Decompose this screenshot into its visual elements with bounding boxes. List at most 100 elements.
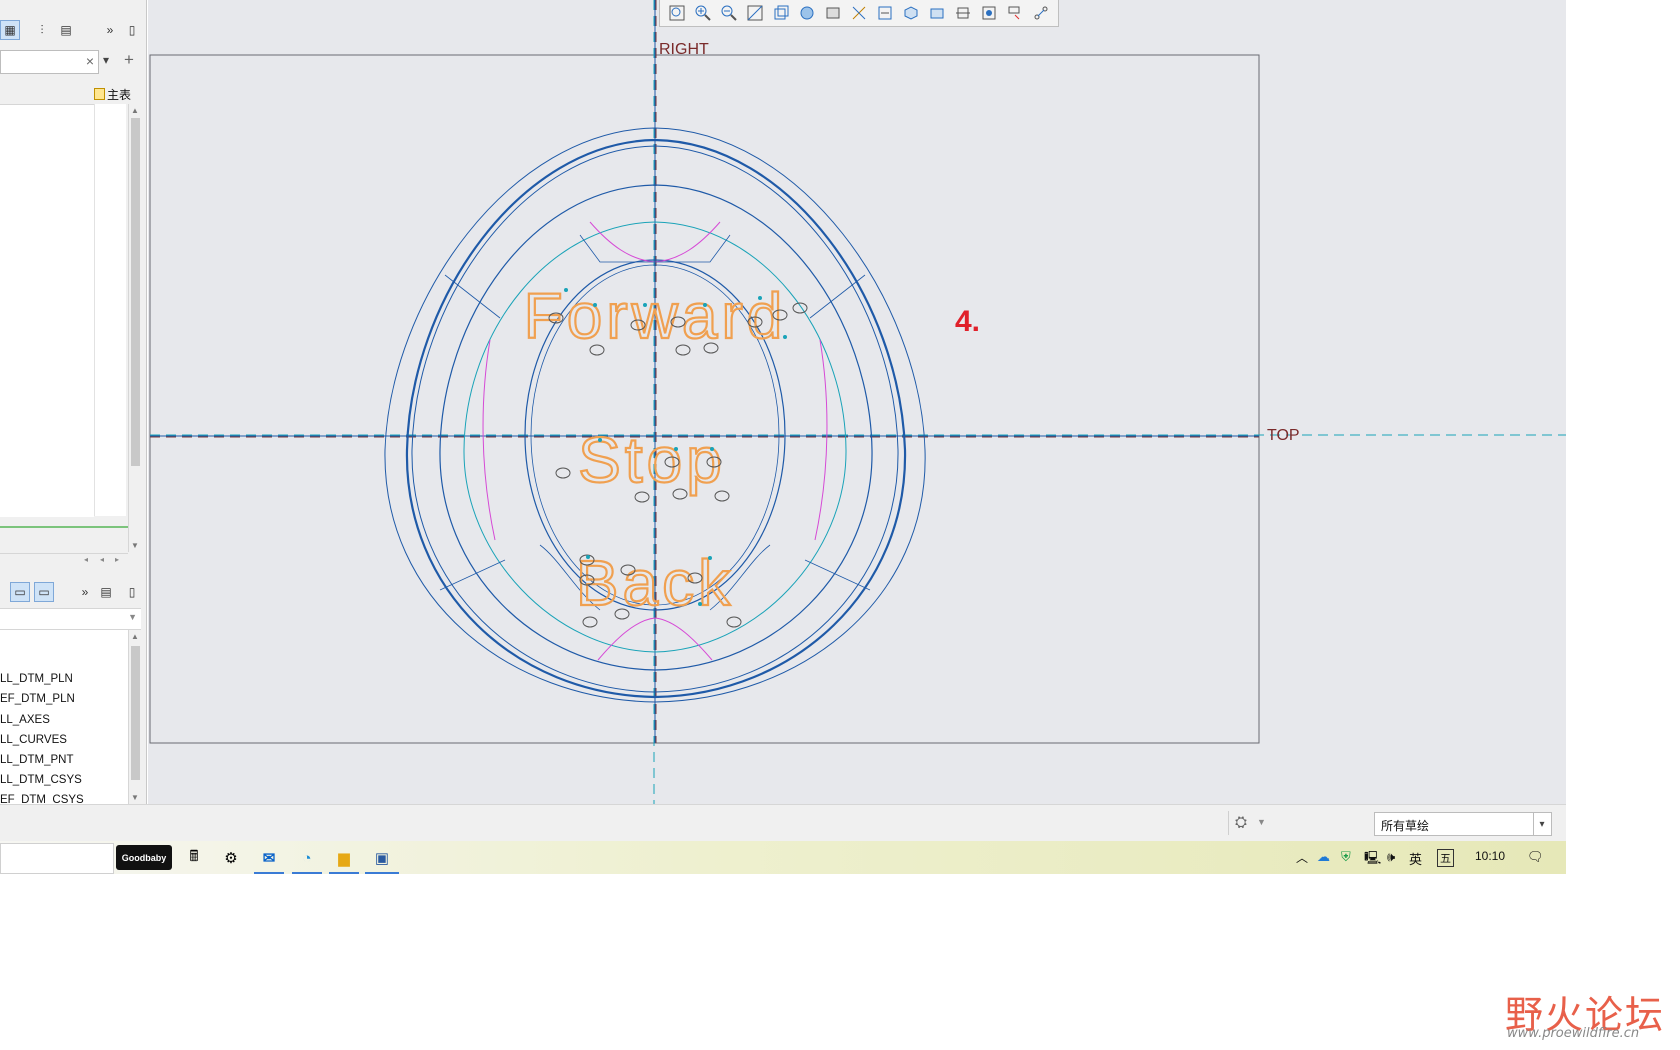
layer-selector-arrow-icon[interactable]: ▼ (128, 612, 137, 622)
text-stop[interactable]: Stop (577, 423, 726, 497)
spoke-line (804, 559, 871, 591)
edge-browser-icon[interactable]: ◔ (296, 847, 318, 869)
chevron-up-icon[interactable]: ︿ (1296, 849, 1308, 866)
sketch-view-icon[interactable] (954, 4, 972, 22)
layer-settings-icon[interactable]: ▤ (96, 582, 116, 602)
display-filter-icon[interactable] (980, 4, 998, 22)
creo-active-indicator (365, 872, 399, 874)
tree-filter-button[interactable]: ⫶ (32, 20, 52, 40)
selection-filter-dropdown[interactable]: 所有草绘 ▾ (1374, 812, 1552, 836)
windows-taskbar: Goodbaby 🖩 ⚙ ✉ ◔ ▆ ▣ ︿ ☁ ⛨ 🖳 🕪 英 五 10:10… (0, 841, 1566, 874)
constraint-display-icon[interactable] (1032, 4, 1050, 22)
tree-header-label: 主表 (107, 87, 132, 102)
spin-center-icon[interactable] (902, 4, 920, 22)
text-forward[interactable]: Forward (523, 279, 787, 353)
calculator-icon[interactable]: 🖩 (183, 847, 205, 869)
volume-icon[interactable]: 🕪 (1387, 849, 1395, 865)
clock[interactable]: 10:10 (1475, 849, 1505, 863)
scroll-right-icon[interactable]: ▸ (115, 555, 119, 564)
layer-item[interactable]: LL_AXES (0, 714, 50, 726)
sketch-canvas[interactable]: Forward Stop Back RIGHT TOP 4. (148, 0, 1566, 804)
display-style-icon[interactable] (798, 4, 816, 22)
scroll-up-icon[interactable]: ▲ (131, 106, 139, 115)
layer-show-button[interactable]: ▭ (10, 582, 30, 602)
datum-display-icon[interactable] (850, 4, 868, 22)
goodbaby-app-icon[interactable]: Goodbaby (116, 845, 172, 870)
table-icon (94, 88, 105, 100)
file-explorer-icon[interactable]: ▆ (333, 847, 355, 869)
ime-language-indicator[interactable]: 英 (1409, 849, 1422, 868)
scroll-up-icon[interactable]: ▲ (131, 632, 139, 641)
tree-divider (0, 526, 128, 528)
layer-item[interactable]: LL_DTM_PNT (0, 754, 74, 766)
scroll-left2-icon[interactable]: ◂ (100, 555, 104, 564)
tree-column-header[interactable]: 主表 (94, 86, 144, 102)
tree-columns-button[interactable]: ▤ (56, 20, 76, 40)
network-icon[interactable]: 🖳 (1364, 849, 1381, 871)
notification-icon[interactable]: 🗨 (1527, 849, 1544, 865)
layer-item[interactable]: LL_CURVES (0, 734, 67, 746)
spoke-line (444, 274, 501, 319)
selection-filter-value: 所有草绘 (1381, 819, 1430, 833)
search-dropdown-icon[interactable]: ▾ (103, 53, 109, 67)
chevron-down-icon[interactable]: ▼ (1257, 817, 1266, 827)
outlook-active-indicator (254, 872, 284, 874)
clear-search-icon[interactable]: × (86, 53, 94, 69)
zoom-out-icon[interactable] (720, 4, 738, 22)
layer-edit-button[interactable]: ▭ (34, 582, 54, 602)
layer-list[interactable]: LL_DTM_PLN EF_DTM_PLN LL_AXES LL_CURVES … (0, 630, 128, 806)
scroll-thumb[interactable] (131, 118, 140, 466)
sketch-display-icon[interactable] (1006, 4, 1024, 22)
status-bar: ⛭ ▼ 所有草绘 ▾ (0, 804, 1566, 842)
model-tree-area[interactable] (0, 104, 94, 517)
watermark-url: www.proewildfire.cn (1507, 1026, 1640, 1041)
view-manager-icon[interactable] (928, 4, 946, 22)
search-input[interactable]: × (0, 50, 99, 74)
creo-app-icon[interactable]: ▣ (371, 847, 393, 869)
layer-properties-icon[interactable]: ▯ (122, 582, 142, 602)
goodbaby-label: Goodbaby (121, 852, 167, 863)
scroll-left-icon[interactable]: ◂ (84, 555, 88, 564)
toolbar-overflow-button[interactable]: » (100, 20, 120, 40)
layer-item[interactable]: EF_DTM_PLN (0, 693, 75, 705)
step-number-label: 4. (955, 305, 980, 338)
datum-top-label[interactable]: TOP (1267, 427, 1300, 444)
layer-vertical-scrollbar[interactable]: ▲ ▼ (128, 630, 142, 804)
magenta-arc-left (482, 339, 496, 541)
taskbar-search-box[interactable] (0, 843, 114, 874)
outlook-icon[interactable]: ✉ (258, 847, 280, 869)
magenta-arc-right (814, 339, 828, 541)
annotation-display-icon[interactable] (876, 4, 894, 22)
ime-mode-indicator[interactable]: 五 (1437, 849, 1454, 867)
tree-horizontal-scrollbar[interactable]: ◂ ◂ ▸ (0, 553, 128, 568)
add-icon[interactable]: + (124, 50, 134, 70)
show-tree-button[interactable]: ▦ (0, 20, 20, 40)
security-shield-icon[interactable]: ⛨ (1341, 849, 1351, 865)
tree-column-area (94, 104, 126, 516)
tree-vertical-scrollbar[interactable]: ▲ ▼ (128, 104, 142, 552)
layer-item[interactable]: LL_DTM_CSYS (0, 774, 82, 786)
scroll-thumb[interactable] (131, 646, 140, 780)
find-button[interactable]: ⛭ ▼ (1228, 811, 1273, 835)
onedrive-icon[interactable]: ☁ (1317, 849, 1330, 865)
binoculars-icon: ⛭ (1235, 814, 1248, 831)
repaint-icon[interactable] (746, 4, 764, 22)
layer-overflow-button[interactable]: » (75, 582, 95, 602)
view-toolbar (659, 0, 1059, 27)
perspective-icon[interactable] (824, 4, 842, 22)
settings-gear-icon[interactable]: ⚙ (220, 847, 242, 869)
saved-views-icon[interactable] (772, 4, 790, 22)
refit-icon[interactable] (668, 4, 686, 22)
layer-selector[interactable]: ▼ (0, 608, 141, 630)
explorer-active-indicator (329, 872, 359, 874)
chevron-down-icon[interactable]: ▾ (1533, 813, 1550, 835)
model-tree-panel: ▦ ⫶ ▤ » ▯ × ▾ + 主表 ▲ ▼ ◂ ◂ ▸ ▭ ▭ » ▤ ▯ ▼… (0, 0, 147, 806)
layer-item[interactable]: LL_DTM_PLN (0, 673, 73, 685)
graphics-window[interactable]: Forward Stop Back RIGHT TOP 4. (148, 0, 1566, 804)
settings-icon[interactable]: ▯ (122, 20, 142, 40)
datum-right-label[interactable]: RIGHT (659, 41, 709, 58)
sketch-frame (149, 54, 1260, 744)
scroll-down-icon[interactable]: ▼ (131, 793, 139, 802)
zoom-in-icon[interactable] (694, 4, 712, 22)
scroll-down-icon[interactable]: ▼ (131, 541, 139, 550)
